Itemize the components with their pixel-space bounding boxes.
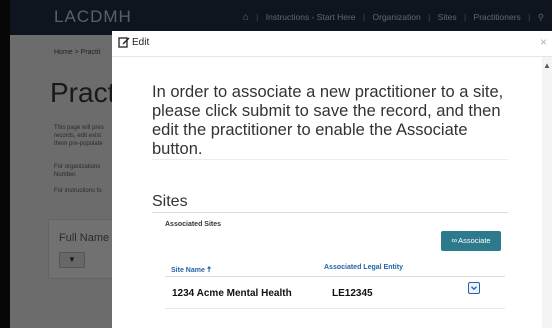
associate-button-label: Associate <box>458 236 491 245</box>
scroll-up-icon[interactable]: ▲ <box>543 61 551 70</box>
sort-ascending-icon: 🠥 <box>206 265 212 274</box>
table-header-row: Site Name 🠥 Associated Legal Entity <box>165 259 505 277</box>
row-menu-chevron-down-icon[interactable] <box>468 282 480 294</box>
table-row[interactable]: 1234 Acme Mental Health LE12345 <box>165 279 505 309</box>
link-icon: ∞ <box>451 236 458 245</box>
column-header-label: Site Name <box>171 267 205 274</box>
close-icon[interactable]: × <box>540 35 547 49</box>
column-header-legal-entity[interactable]: Associated Legal Entity <box>324 264 403 271</box>
column-header-site-name[interactable]: Site Name 🠥 <box>171 264 211 278</box>
divider <box>152 159 508 160</box>
modal-header: Edit × <box>112 31 552 57</box>
modal-title: Edit <box>132 37 150 48</box>
modal-scrollbar[interactable]: ▲ <box>542 57 552 328</box>
cell-site-name: 1234 Acme Mental Health <box>172 288 292 299</box>
edit-modal: Edit × ▲ In order to associate a new pra… <box>112 31 552 328</box>
associated-sites-label: Associated Sites <box>165 221 222 228</box>
associate-button[interactable]: ∞Associate <box>441 231 501 251</box>
edit-icon <box>118 37 130 48</box>
sites-heading: Sites <box>152 193 188 210</box>
divider <box>152 212 508 213</box>
info-message: In order to associate a new practitioner… <box>152 83 504 158</box>
cell-legal-entity: LE12345 <box>332 288 373 299</box>
